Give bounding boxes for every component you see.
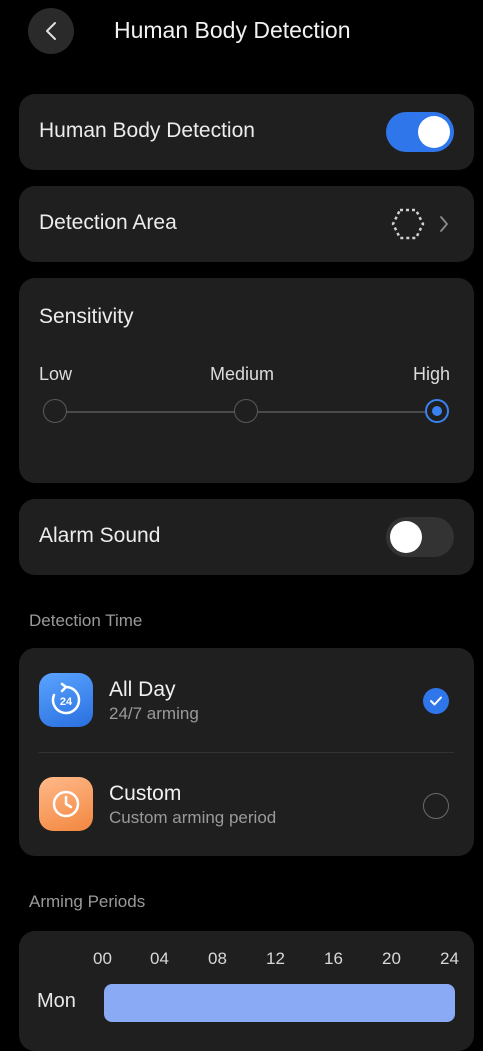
toggle-knob bbox=[390, 521, 422, 553]
hour-tick: 08 bbox=[208, 949, 227, 968]
toggle-knob bbox=[418, 116, 450, 148]
all-day-option[interactable]: 24 All Day 24/7 arming bbox=[19, 648, 474, 752]
human-body-detection-card: Human Body Detection bbox=[19, 94, 474, 170]
detection-area-card[interactable]: Detection Area bbox=[19, 186, 474, 262]
alarm-sound-toggle[interactable] bbox=[386, 517, 454, 557]
all-day-subtitle: 24/7 arming bbox=[109, 704, 199, 723]
sensitivity-label: Sensitivity bbox=[39, 305, 134, 328]
sensitivity-low-label: Low bbox=[39, 364, 73, 384]
header: Human Body Detection bbox=[0, 0, 483, 64]
chevron-left-icon bbox=[46, 22, 56, 40]
sensitivity-high-label: High bbox=[413, 364, 451, 384]
all-day-title: All Day bbox=[109, 678, 176, 701]
page-title: Human Body Detection bbox=[114, 17, 351, 43]
alarm-sound-label: Alarm Sound bbox=[39, 524, 161, 547]
hexagon-area-icon bbox=[391, 208, 425, 240]
detection-time-heading: Detection Time bbox=[29, 611, 143, 630]
arming-periods-card: 00 04 08 12 16 20 24 Mon bbox=[19, 931, 474, 1051]
all-day-radio[interactable] bbox=[423, 688, 449, 714]
arming-period-bar-mon[interactable] bbox=[104, 984, 455, 1022]
hour-tick: 16 bbox=[324, 949, 343, 968]
custom-option[interactable]: Custom Custom arming period bbox=[19, 752, 474, 856]
sensitivity-medium-dot[interactable] bbox=[234, 399, 258, 423]
detection-time-card: 24 All Day 24/7 arming Custom Custom arm… bbox=[19, 648, 474, 856]
sensitivity-low-dot[interactable] bbox=[43, 399, 67, 423]
human-body-detection-label: Human Body Detection bbox=[39, 119, 255, 142]
hour-tick: 00 bbox=[93, 949, 112, 968]
human-body-detection-toggle[interactable] bbox=[386, 112, 454, 152]
day-label-mon: Mon bbox=[37, 990, 76, 1012]
hour-tick: 12 bbox=[266, 949, 285, 968]
hour-tick: 04 bbox=[150, 949, 169, 968]
chevron-right-icon bbox=[440, 216, 448, 232]
hour-tick: 24 bbox=[440, 949, 459, 968]
sensitivity-high-dot[interactable] bbox=[425, 399, 449, 423]
clock-icon bbox=[39, 777, 93, 831]
sensitivity-medium-label: Medium bbox=[210, 364, 275, 384]
back-button[interactable] bbox=[28, 8, 74, 54]
hour-tick: 20 bbox=[382, 949, 401, 968]
custom-radio[interactable] bbox=[423, 793, 449, 819]
arming-periods-heading: Arming Periods bbox=[29, 892, 146, 911]
24-hour-icon: 24 bbox=[39, 673, 93, 727]
svg-text:24: 24 bbox=[60, 696, 73, 708]
alarm-sound-card: Alarm Sound bbox=[19, 499, 474, 575]
custom-title: Custom bbox=[109, 782, 182, 805]
custom-subtitle: Custom arming period bbox=[109, 808, 277, 827]
detection-area-label: Detection Area bbox=[39, 211, 177, 234]
checkmark-icon bbox=[430, 696, 442, 706]
sensitivity-card: Sensitivity Low Medium High bbox=[19, 278, 474, 483]
